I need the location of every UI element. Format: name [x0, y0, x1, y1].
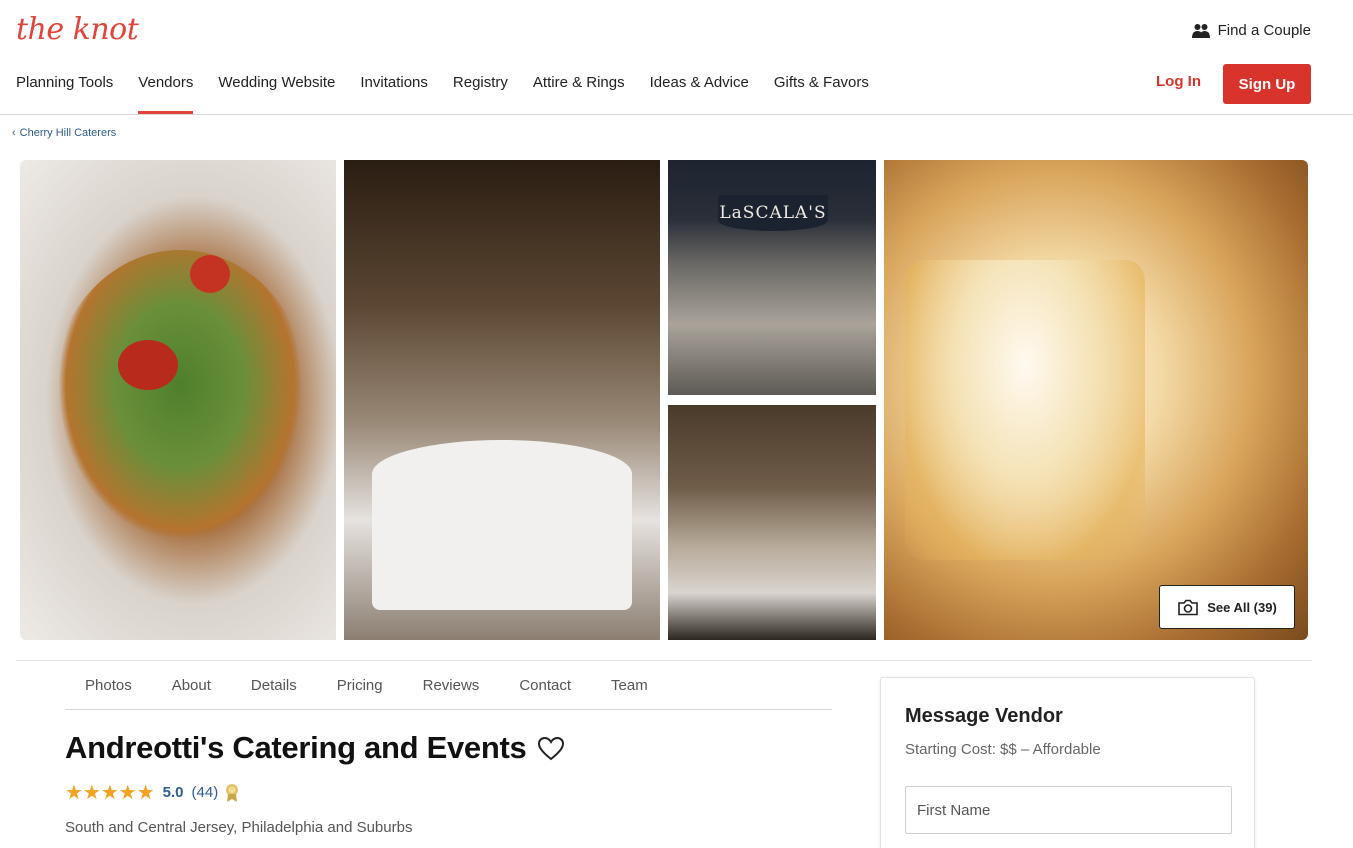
- rating-summary: ★★★★★ 5.0 (44): [65, 780, 240, 805]
- main-nav: Planning Tools Vendors Wedding Website I…: [16, 72, 881, 114]
- find-a-couple-link[interactable]: Find a Couple: [1191, 22, 1311, 39]
- tab-contact[interactable]: Contact: [499, 676, 591, 709]
- nav-vendors[interactable]: Vendors: [126, 72, 206, 114]
- section-tabs: Photos About Details Pricing Reviews Con…: [65, 676, 832, 710]
- review-count-link[interactable]: (44): [192, 784, 219, 801]
- camera-icon: [1178, 599, 1198, 615]
- starting-cost: Starting Cost: $$ – Affordable: [905, 741, 1101, 758]
- nav-attire-rings[interactable]: Attire & Rings: [520, 72, 637, 114]
- vendor-name: Andreotti's Catering and Events: [65, 730, 527, 765]
- gallery-photo-barn-hall[interactable]: [668, 405, 876, 640]
- breadcrumb[interactable]: ‹ Cherry Hill Caterers: [12, 127, 116, 139]
- table-illustration: [372, 440, 632, 610]
- rating-value: 5.0: [162, 784, 184, 801]
- heart-icon[interactable]: [537, 736, 565, 762]
- find-a-couple-label: Find a Couple: [1217, 22, 1311, 39]
- nav-gifts-favors[interactable]: Gifts & Favors: [761, 72, 881, 114]
- nav-wedding-website[interactable]: Wedding Website: [206, 72, 348, 114]
- the-knot-logo[interactable]: the knot: [16, 12, 139, 47]
- tomato-illustration: [118, 340, 178, 390]
- gallery-divider: [16, 660, 1312, 661]
- see-all-photos-button[interactable]: See All (39): [1159, 585, 1295, 629]
- see-all-label: See All (39): [1207, 599, 1277, 615]
- tab-photos[interactable]: Photos: [65, 676, 152, 709]
- header-divider: [0, 114, 1353, 115]
- nav-invitations[interactable]: Invitations: [348, 72, 441, 114]
- breadcrumb-label: Cherry Hill Caterers: [19, 127, 117, 139]
- tab-pricing[interactable]: Pricing: [317, 676, 403, 709]
- star-rating: ★★★★★: [65, 782, 155, 804]
- nav-ideas-advice[interactable]: Ideas & Advice: [637, 72, 761, 114]
- jar-illustration: [905, 260, 1145, 560]
- log-in-link[interactable]: Log In: [1156, 73, 1201, 90]
- chevron-left-icon: ‹: [12, 127, 16, 139]
- tab-reviews[interactable]: Reviews: [403, 676, 500, 709]
- tab-details[interactable]: Details: [231, 676, 317, 709]
- sign-up-button[interactable]: Sign Up: [1223, 64, 1311, 104]
- tab-about[interactable]: About: [152, 676, 231, 709]
- couple-icon: [1191, 23, 1210, 38]
- nav-planning-tools[interactable]: Planning Tools: [16, 72, 126, 114]
- salad-plate-illustration: [50, 250, 310, 550]
- tab-team[interactable]: Team: [591, 676, 668, 709]
- first-name-field[interactable]: [905, 786, 1232, 834]
- nav-registry[interactable]: Registry: [440, 72, 520, 114]
- message-vendor-card: Message Vendor Starting Cost: $$ – Affor…: [880, 677, 1255, 848]
- award-badge-icon: [226, 783, 239, 802]
- service-area: South and Central Jersey, Philadelphia a…: [65, 819, 413, 836]
- tomato-illustration: [190, 255, 230, 293]
- restaurant-sign: LaSCALA'S: [718, 195, 828, 231]
- message-vendor-title: Message Vendor: [905, 705, 1063, 727]
